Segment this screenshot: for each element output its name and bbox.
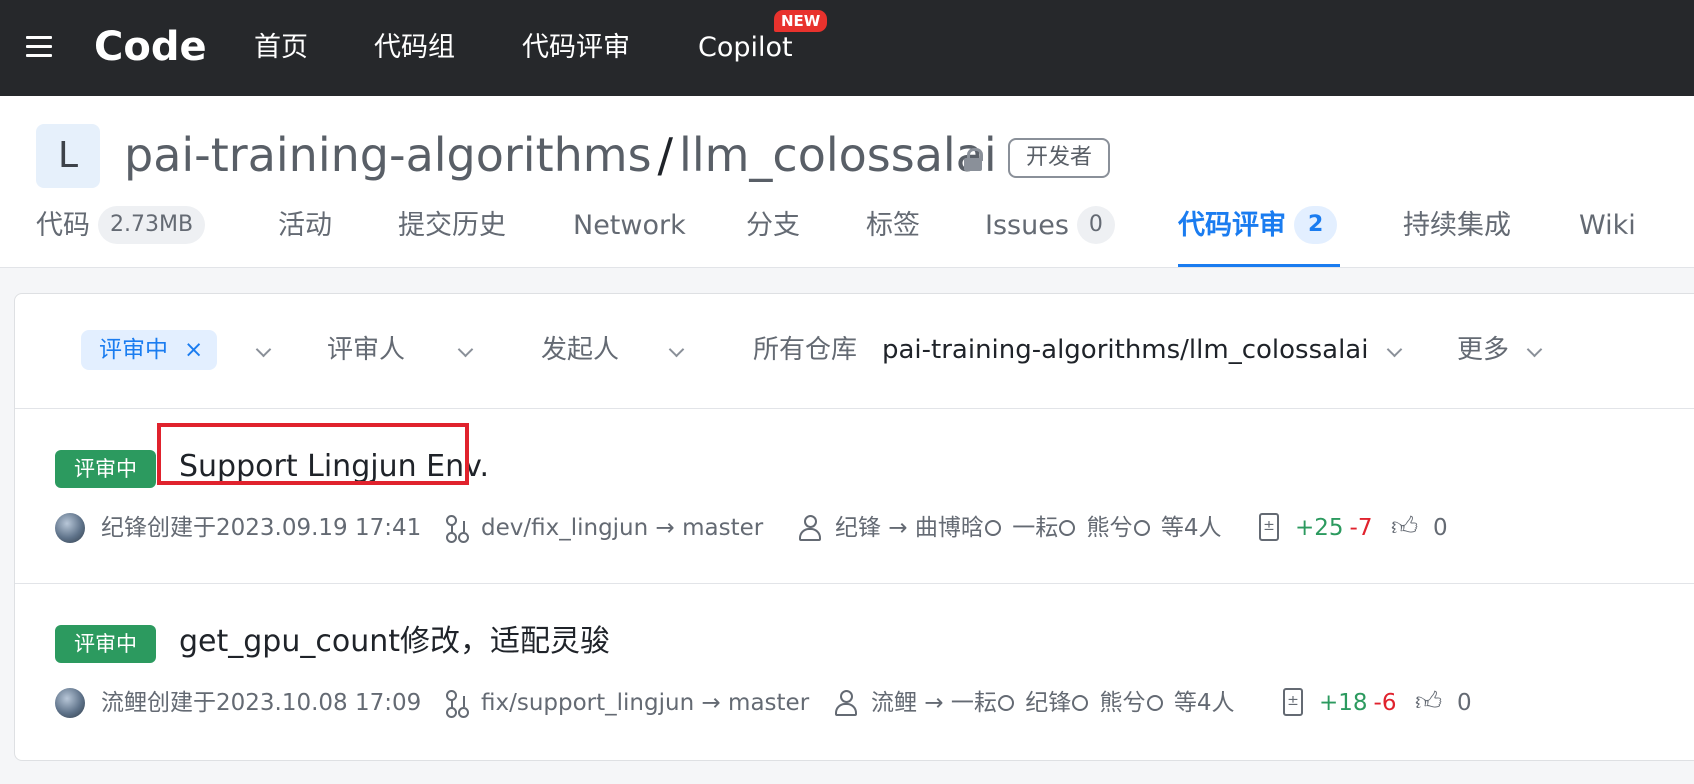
avatar: [55, 513, 85, 543]
diff-stats: +25 -7: [1295, 511, 1372, 545]
tab-ci[interactable]: 持续集成: [1403, 206, 1511, 246]
file-diff-icon: ±: [1259, 513, 1279, 541]
repo-filter-value[interactable]: pai-training-algorithms/llm_colossalai: [882, 330, 1368, 370]
mr-author: 流鲤: [871, 690, 917, 716]
tab-label: Issues: [985, 210, 1069, 241]
nav-home[interactable]: 首页: [254, 30, 308, 66]
nav-code-groups[interactable]: 代码组: [374, 30, 455, 66]
nav-code-review[interactable]: 代码评审: [522, 30, 630, 66]
tab-code[interactable]: 代码 2.73MB: [36, 206, 206, 246]
user-icon: [799, 515, 821, 541]
status-badge: 评审中: [55, 450, 156, 488]
repo-title: pai-training-algorithms / llm_colossalai: [124, 124, 997, 186]
repo-filter-label: 所有仓库: [753, 335, 858, 365]
tab-activity[interactable]: 活动: [278, 206, 332, 246]
chevron-down-icon[interactable]: [668, 341, 685, 358]
top-nav-bar: Code 首页 代码组 代码评审 Copilot NEW: [0, 0, 1694, 96]
avatar: [55, 688, 85, 718]
reviewer-filter[interactable]: 评审人: [327, 330, 405, 370]
repo-group-link[interactable]: pai-training-algorithms: [124, 128, 652, 182]
reviewer-name: 一耘: [950, 690, 997, 716]
repo-separator: /: [657, 128, 674, 182]
tab-branches[interactable]: 分支: [746, 206, 800, 246]
diff-stats: +18 -6: [1319, 686, 1396, 720]
created-info: 纪锋创建于2023.09.19 17:41: [101, 515, 422, 541]
chevron-down-icon[interactable]: [255, 341, 272, 358]
reviewers-info: 纪锋 → 曲博晗 一耘 熊兮 等4人: [835, 511, 1221, 545]
filter-bar: 评审中 × 评审人 发起人 所有仓库 pai-training-algorithm…: [15, 294, 1694, 409]
thumbs-up-icon[interactable]: 👍︎: [1415, 687, 1442, 717]
chevron-down-icon[interactable]: [1386, 341, 1403, 358]
pending-clock-icon: [984, 520, 1001, 536]
reviewer-name: 曲博晗: [914, 515, 984, 541]
merge-request-row[interactable]: 评审中 Support Lingjun Env. 纪锋创建于2023.09.19…: [15, 409, 1694, 584]
pending-clock-icon: [1059, 520, 1076, 536]
merge-branch-icon: [446, 690, 469, 718]
pending-clock-icon: [1146, 695, 1163, 711]
role-tag: 开发者: [1008, 138, 1111, 178]
reviewer-name: 熊兮: [1086, 515, 1133, 541]
merge-branch-icon: [446, 515, 469, 543]
arrow-right-icon: →: [888, 515, 908, 541]
pending-clock-icon: [1133, 520, 1150, 536]
active-tab-indicator: [1178, 264, 1340, 267]
tab-wiki[interactable]: Wiki: [1579, 206, 1636, 246]
repo-avatar: L: [36, 124, 100, 188]
pending-clock-icon: [997, 695, 1014, 711]
author-filter[interactable]: 发起人: [541, 330, 619, 370]
reviewer-name: 一耘: [1012, 515, 1059, 541]
tab-commits[interactable]: 提交历史: [398, 206, 506, 246]
chevron-down-icon[interactable]: [457, 341, 474, 358]
tab-tags[interactable]: 标签: [866, 206, 920, 246]
branch-info[interactable]: dev/fix_lingjun → master: [481, 511, 763, 545]
additions: +25: [1295, 515, 1344, 541]
thumbs-up-icon[interactable]: 👍︎: [1391, 512, 1418, 542]
tab-label: 代码: [36, 210, 90, 241]
tab-code-review[interactable]: 代码评审 2: [1178, 206, 1338, 246]
tab-network[interactable]: Network: [573, 206, 686, 246]
pending-clock-icon: [1072, 695, 1089, 711]
tab-label: 代码评审: [1178, 210, 1286, 241]
app-logo[interactable]: Code: [94, 22, 207, 72]
new-badge: NEW: [774, 10, 828, 32]
repo-header: L pai-training-algorithms / llm_colossalai…: [0, 96, 1694, 268]
merge-request-title[interactable]: get_gpu_count修改，适配灵骏: [179, 618, 610, 666]
reviewer-more: 等4人: [1160, 515, 1222, 541]
arrow-right-icon: →: [924, 690, 944, 716]
tab-issues[interactable]: Issues 0: [985, 206, 1115, 246]
status-filter-chip[interactable]: 评审中 ×: [81, 330, 218, 370]
deletions: -6: [1373, 690, 1397, 716]
status-badge: 评审中: [55, 625, 156, 663]
tab-count: 0: [1076, 206, 1115, 244]
deletions: -7: [1349, 515, 1373, 541]
merge-request-panel: 评审中 × 评审人 发起人 所有仓库 pai-training-algorithm…: [14, 293, 1694, 761]
menu-icon[interactable]: [26, 36, 52, 58]
more-filters[interactable]: 更多: [1457, 330, 1509, 370]
reviewers-info: 流鲤 → 一耘 纪锋 熊兮 等4人: [871, 686, 1234, 720]
repo-name-link[interactable]: llm_colossalai: [679, 128, 997, 182]
like-count: 0: [1433, 515, 1448, 541]
status-filter-label: 评审中: [99, 337, 168, 363]
additions: +18: [1319, 690, 1368, 716]
like-count: 0: [1457, 690, 1472, 716]
lock-icon: [964, 148, 983, 171]
reviewer-name: 熊兮: [1099, 690, 1146, 716]
reviewer-name: 纪锋: [1025, 690, 1072, 716]
close-icon[interactable]: ×: [184, 337, 203, 363]
reviewer-more: 等4人: [1173, 690, 1235, 716]
branch-info[interactable]: fix/support_lingjun → master: [481, 686, 809, 720]
highlight-box: [157, 423, 469, 485]
tab-count: 2.73MB: [98, 206, 206, 244]
merge-request-row[interactable]: 评审中 get_gpu_count修改，适配灵骏 流鲤创建于2023.10.08…: [15, 584, 1694, 758]
chevron-down-icon[interactable]: [1526, 341, 1543, 358]
file-diff-icon: ±: [1283, 688, 1303, 716]
mr-author: 纪锋: [835, 515, 881, 541]
user-icon: [835, 690, 857, 716]
tab-count: 2: [1294, 206, 1338, 244]
created-info: 流鲤创建于2023.10.08 17:09: [101, 690, 422, 716]
nav-copilot[interactable]: Copilot: [698, 30, 793, 66]
